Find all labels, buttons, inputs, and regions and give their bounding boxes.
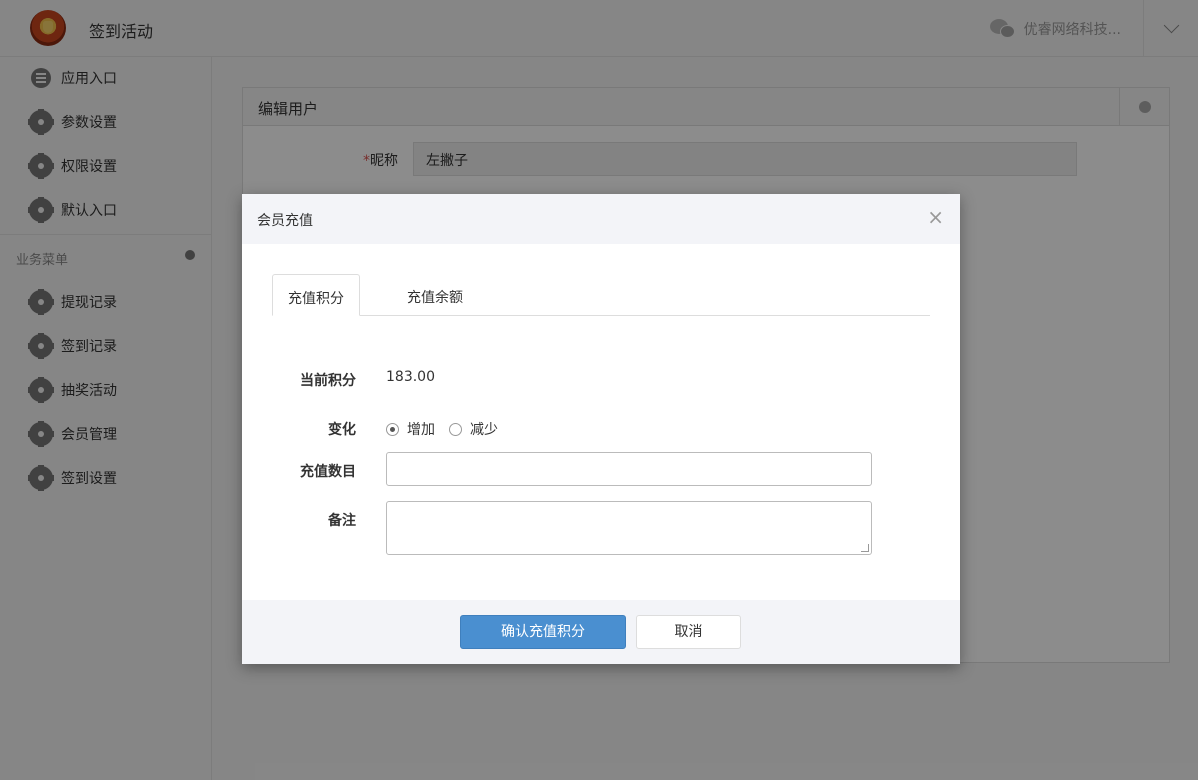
change-radio-group: 增加 减少: [386, 419, 512, 439]
radio-increase-label[interactable]: 增加: [407, 419, 435, 439]
resize-grip-icon[interactable]: [861, 544, 869, 552]
modal-header: 会员充值 ×: [242, 194, 960, 244]
remark-textarea[interactable]: [386, 501, 872, 555]
modal-footer: 确认充值积分 取消: [242, 600, 960, 664]
recharge-tabs: 充值积分 充值余额: [272, 274, 930, 316]
radio-decrease[interactable]: [449, 422, 462, 436]
radio-decrease-label[interactable]: 减少: [470, 419, 498, 439]
tab-recharge-balance[interactable]: 充值余额: [392, 274, 478, 316]
amount-input[interactable]: [386, 452, 872, 486]
modal-title: 会员充值: [257, 213, 313, 229]
amount-label: 充值数目: [300, 464, 356, 480]
change-label: 变化: [328, 422, 356, 438]
recharge-modal: 会员充值 × 充值积分 充值余额 当前积分 183.00 变化 增加 减少 充值…: [242, 194, 960, 664]
remark-label: 备注: [328, 513, 356, 529]
tab-recharge-points[interactable]: 充值积分: [272, 274, 360, 316]
current-points-label: 当前积分: [300, 373, 356, 389]
confirm-recharge-button[interactable]: 确认充值积分: [460, 615, 626, 649]
cancel-button[interactable]: 取消: [636, 615, 741, 649]
close-icon[interactable]: ×: [927, 206, 944, 228]
radio-increase[interactable]: [386, 422, 399, 436]
current-points-value: 183.00: [386, 369, 435, 385]
